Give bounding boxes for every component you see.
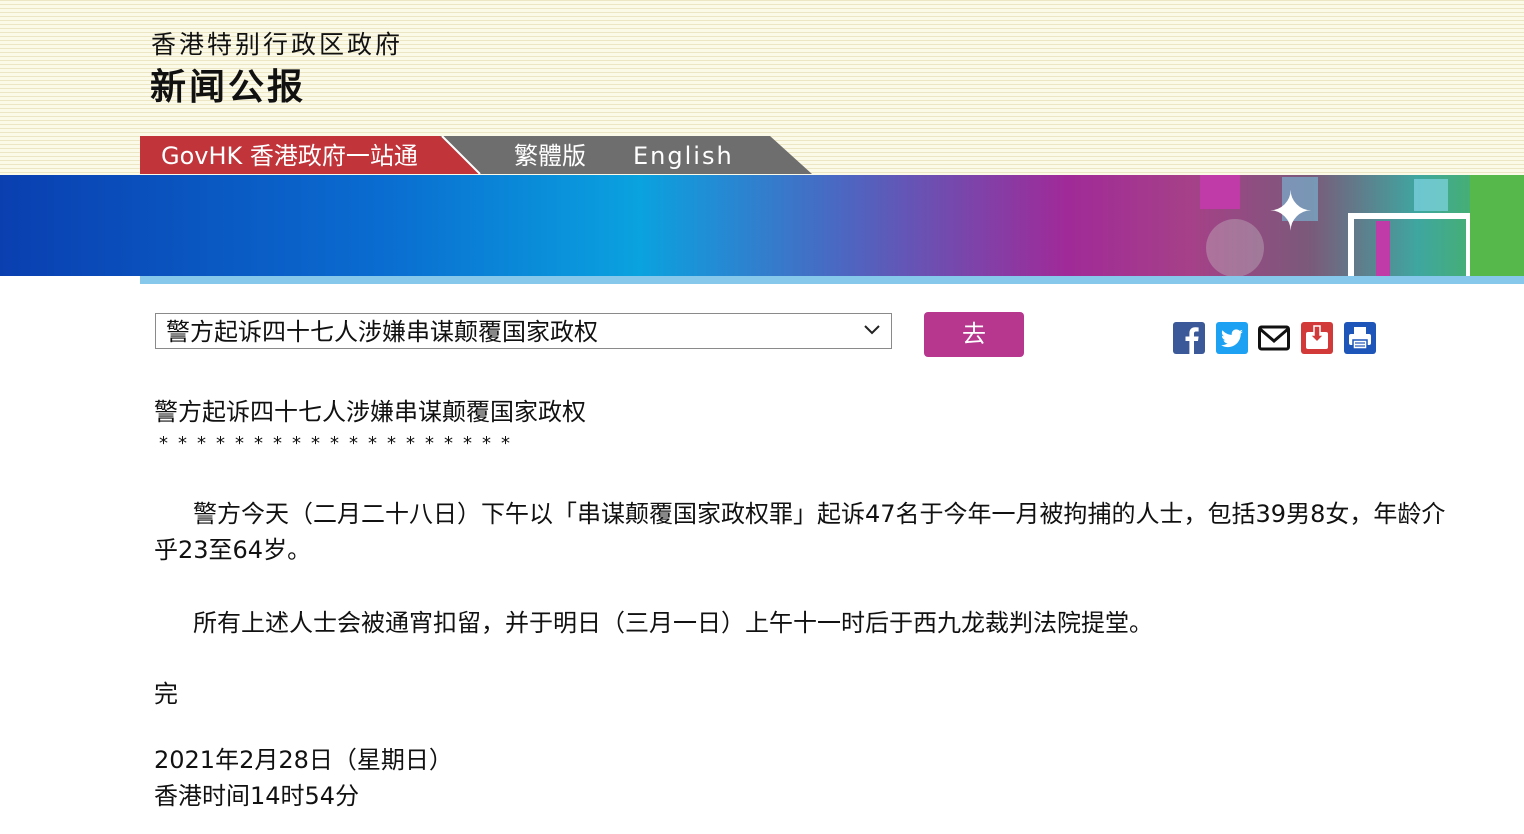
banner-decoration bbox=[1200, 175, 1240, 209]
article-select-value: 警方起诉四十七人涉嫌串谋颠覆国家政权 bbox=[166, 318, 598, 346]
banner-decoration bbox=[1414, 179, 1448, 211]
go-button[interactable]: 去 bbox=[924, 312, 1024, 357]
banner-decoration bbox=[1348, 213, 1472, 276]
page-header: 香港特别行政区政府 新闻公报 GovHK 香港政府一站通 繁體版 English bbox=[0, 0, 1524, 176]
publish-time: 香港时间14时54分 bbox=[154, 782, 360, 810]
header-banner: ✦ bbox=[0, 175, 1524, 276]
article-paragraph: 所有上述人士会被通宵扣留，并于明日（三月一日）上午十一时后于西九龙裁判法院提堂。 bbox=[193, 609, 1153, 637]
article-paragraph: 警方今天（二月二十八日）下午以「串谋颠覆国家政权罪」起诉47名于今年一月被拘捕的… bbox=[154, 500, 1446, 564]
chevron-down-icon bbox=[864, 325, 880, 335]
sparkle-icon: ✦ bbox=[1268, 180, 1314, 243]
english-link[interactable]: English bbox=[633, 141, 734, 171]
article-select[interactable]: 警方起诉四十七人涉嫌串谋颠覆国家政权 bbox=[155, 313, 892, 349]
facebook-icon[interactable] bbox=[1173, 322, 1205, 354]
print-icon[interactable] bbox=[1344, 322, 1376, 354]
article-title: 警方起诉四十七人涉嫌串谋颠覆国家政权 bbox=[154, 398, 586, 426]
download-icon[interactable] bbox=[1301, 322, 1333, 354]
top-nav: GovHK 香港政府一站通 繁體版 English bbox=[0, 136, 820, 176]
traditional-chinese-link[interactable]: 繁體版 bbox=[514, 141, 586, 171]
government-name: 香港特别行政区政府 bbox=[151, 30, 404, 59]
nav-divider bbox=[441, 136, 481, 174]
banner-decoration bbox=[1206, 219, 1264, 276]
twitter-icon[interactable] bbox=[1216, 322, 1248, 354]
banner-strip bbox=[140, 276, 1524, 284]
govhk-link[interactable]: GovHK 香港政府一站通 bbox=[161, 141, 418, 171]
email-icon[interactable] bbox=[1258, 322, 1290, 354]
banner-decoration bbox=[1470, 175, 1524, 276]
site-title: 新闻公报 bbox=[150, 67, 307, 108]
article-end-mark: 完 bbox=[154, 680, 178, 708]
publish-date: 2021年2月28日（星期日） bbox=[154, 746, 453, 774]
title-separator: ******************* bbox=[159, 433, 520, 454]
